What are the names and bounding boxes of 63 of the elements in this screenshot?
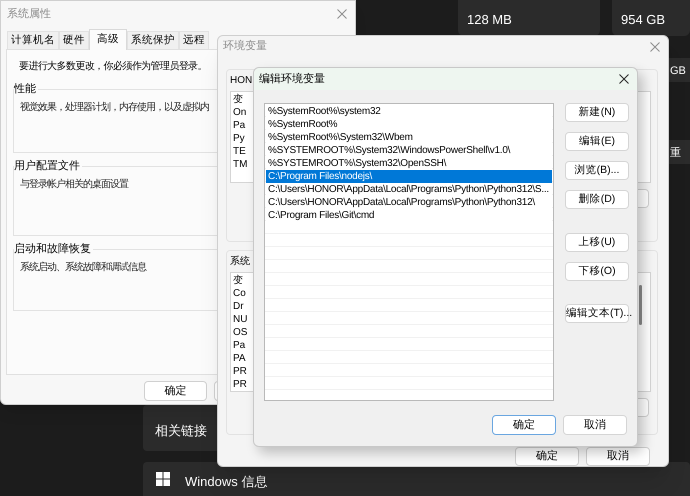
group-title: 性能 bbox=[14, 82, 37, 97]
side-button[interactable]: 浏览(B)... bbox=[565, 161, 629, 180]
list-row[interactable]: %SystemRoot%\system32 bbox=[266, 105, 552, 118]
ok-button[interactable]: 确定 bbox=[515, 446, 579, 466]
cancel-button[interactable]: 取消 bbox=[563, 415, 627, 435]
list-row[interactable]: Pa bbox=[233, 119, 246, 132]
list-row[interactable]: %SYSTEMROOT%\System32\WindowsPowerShell\v1.0\ bbox=[266, 144, 552, 157]
list-row[interactable]: C:\Users\HONOR\AppData\Local\Programs\Python\Python312\ bbox=[266, 196, 552, 209]
list-row[interactable]: PR bbox=[233, 378, 247, 392]
group-description: 与登录帐户相关的桌面设置 bbox=[20, 178, 128, 192]
panel-text: GB bbox=[670, 64, 686, 79]
tab[interactable]: 系统保护 bbox=[127, 31, 179, 49]
list-row[interactable]: NU bbox=[233, 313, 248, 326]
group-description: 系统启动、系统故障和调试信息 bbox=[20, 260, 146, 274]
close-icon[interactable] bbox=[619, 74, 629, 84]
group-title: 启动和故障恢复 bbox=[14, 242, 92, 257]
side-button[interactable]: 编辑(E) bbox=[565, 132, 629, 151]
stat-value: 128 MB bbox=[467, 11, 512, 29]
stat-value: 954 GB bbox=[621, 11, 666, 29]
tab[interactable]: 高级 bbox=[89, 29, 127, 50]
group-title: 用户配置文件 bbox=[14, 158, 81, 174]
column-header: 变 bbox=[233, 93, 243, 106]
group-description: 视觉效果，处理器计划，内存使用，以及虚拟内 bbox=[20, 100, 209, 114]
cancel-button[interactable]: 取消 bbox=[586, 446, 650, 466]
list-row[interactable]: TE bbox=[233, 145, 246, 158]
list-row[interactable]: PA bbox=[233, 352, 246, 366]
window-title: 编辑环境变量 bbox=[259, 72, 325, 87]
window-title: 系统属性 bbox=[7, 6, 51, 22]
path-list[interactable] bbox=[264, 103, 554, 401]
window-title: 环境变量 bbox=[223, 38, 267, 54]
list-row[interactable]: C:\Program Files\nodejs\ bbox=[266, 170, 552, 183]
list-row[interactable]: Pa bbox=[233, 339, 246, 352]
list-row[interactable]: C:\Program Files\Git\cmd bbox=[266, 209, 552, 222]
list-row[interactable]: PR bbox=[233, 365, 247, 378]
list-row[interactable]: C:\Users\HONOR\AppData\Local\Programs\Python\Python312\S... bbox=[266, 183, 552, 196]
list-row[interactable]: %SYSTEMROOT%\System32\OpenSSH\ bbox=[266, 157, 552, 170]
column-header: 变 bbox=[233, 274, 243, 288]
group-label: HON bbox=[230, 74, 252, 88]
side-button[interactable]: 编辑文本(T)... bbox=[565, 304, 629, 323]
list-row[interactable]: %SystemRoot%\System32\Wbem bbox=[266, 131, 552, 144]
list-row[interactable]: Py bbox=[233, 132, 245, 146]
side-button[interactable]: 下移(O) bbox=[565, 262, 629, 281]
windows-logo-icon bbox=[156, 472, 170, 486]
side-button[interactable]: 上移(U) bbox=[565, 233, 629, 252]
list-row[interactable]: Dr bbox=[233, 300, 244, 314]
panel-text: 重 bbox=[670, 146, 681, 161]
list-row[interactable]: OS bbox=[233, 326, 248, 340]
ok-button[interactable]: 确定 bbox=[492, 415, 556, 435]
section-label: 相关链接 bbox=[155, 422, 207, 440]
list-row[interactable]: %SystemRoot% bbox=[266, 118, 552, 131]
list-row[interactable]: On bbox=[233, 106, 246, 120]
list-row[interactable]: TM bbox=[233, 158, 248, 172]
list-row[interactable]: Co bbox=[233, 287, 246, 300]
section-label: Windows 信息 bbox=[185, 473, 268, 491]
tab[interactable]: 远程 bbox=[179, 31, 209, 49]
side-button[interactable]: 删除(D) bbox=[565, 190, 629, 209]
side-button[interactable]: 新建(N) bbox=[565, 103, 629, 122]
tab[interactable]: 计算机名 bbox=[7, 31, 59, 49]
scrollbar-thumb[interactable] bbox=[639, 285, 642, 326]
group-label: 系统 bbox=[230, 254, 250, 270]
ok-button[interactable]: 确定 bbox=[144, 381, 207, 401]
notice-text: 要进行大多数更改，你必须作为管理员登录。 bbox=[19, 60, 208, 74]
tab[interactable]: 硬件 bbox=[59, 31, 89, 49]
